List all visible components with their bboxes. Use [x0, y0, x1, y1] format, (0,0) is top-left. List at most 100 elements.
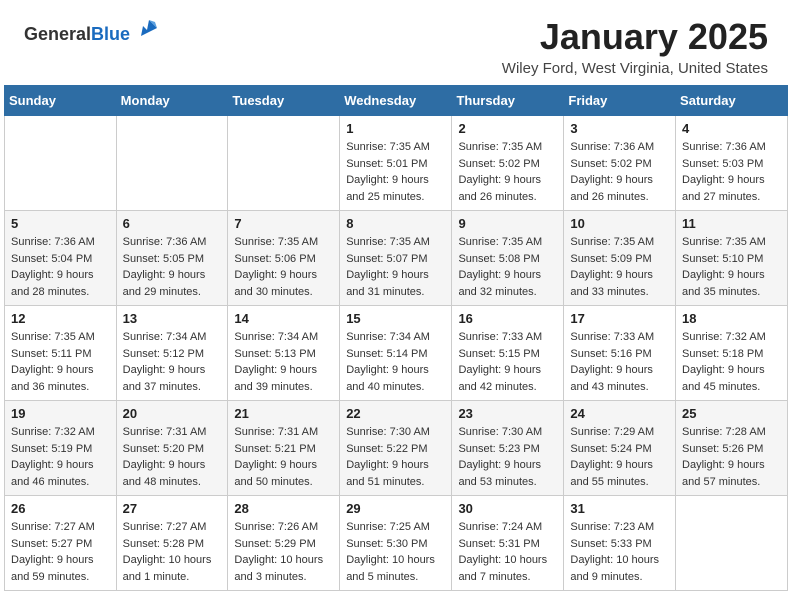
- calendar-week-row: 1Sunrise: 7:35 AM Sunset: 5:01 PM Daylig…: [5, 116, 788, 211]
- table-row: 28Sunrise: 7:26 AM Sunset: 5:29 PM Dayli…: [228, 496, 340, 591]
- day-number: 23: [458, 406, 557, 421]
- header-monday: Monday: [116, 86, 228, 116]
- table-row: 22 Sunrise: 7:30 AM Sunset: 5:22 PM Dayli…: [340, 401, 452, 496]
- table-row: 27Sunrise: 7:27 AM Sunset: 5:28 PM Dayli…: [116, 496, 228, 591]
- table-row: 1Sunrise: 7:35 AM Sunset: 5:01 PM Daylig…: [340, 116, 452, 211]
- day-number: 15: [346, 311, 445, 326]
- header-sunday: Sunday: [5, 86, 117, 116]
- day-number: 3: [570, 121, 669, 136]
- table-row: 7Sunrise: 7:35 AM Sunset: 5:06 PM Daylig…: [228, 211, 340, 306]
- day-number: 29: [346, 501, 445, 516]
- logo-blue-text: Blue: [91, 24, 130, 44]
- day-detail: Sunrise: 7:31 AM Sunset: 5:20 PM Dayligh…: [123, 424, 222, 490]
- day-number: 10: [570, 216, 669, 231]
- day-detail: Sunrise: 7:26 AM Sunset: 5:29 PM Dayligh…: [234, 519, 333, 585]
- table-row: 10 Sunrise: 7:35 AM Sunset: 5:09 PM Dayli…: [564, 211, 676, 306]
- day-number: 6: [123, 216, 222, 231]
- day-detail: Sunrise: 7:34 AM Sunset: 5:12 PM Dayligh…: [123, 329, 222, 395]
- day-detail: Sunrise: 7:28 AM Sunset: 5:26 PM Dayligh…: [682, 424, 781, 490]
- table-row: 17 Sunrise: 7:33 AM Sunset: 5:16 PM Dayli…: [564, 306, 676, 401]
- header-wednesday: Wednesday: [340, 86, 452, 116]
- table-row: 21Sunrise: 7:31 AM Sunset: 5:21 PM Dayli…: [228, 401, 340, 496]
- logo: GeneralBlue: [24, 16, 161, 45]
- day-detail: Sunrise: 7:30 AM Sunset: 5:22 PM Dayligh…: [346, 424, 445, 490]
- day-detail: Sunrise: 7:32 AM Sunset: 5:18 PM Dayligh…: [682, 329, 781, 395]
- logo-icon: [137, 16, 161, 40]
- calendar-week-row: 26Sunrise: 7:27 AM Sunset: 5:27 PM Dayli…: [5, 496, 788, 591]
- calendar-location: Wiley Ford, West Virginia, United States: [502, 60, 768, 77]
- table-row: [116, 116, 228, 211]
- table-row: 29 Sunrise: 7:25 AM Sunset: 5:30 PM Dayli…: [340, 496, 452, 591]
- calendar-table: Sunday Monday Tuesday Wednesday Thursday…: [4, 85, 788, 591]
- calendar-week-row: 12 Sunrise: 7:35 AM Sunset: 5:11 PM Dayli…: [5, 306, 788, 401]
- header-thursday: Thursday: [452, 86, 564, 116]
- day-number: 12: [11, 311, 110, 326]
- table-row: 24Sunrise: 7:29 AM Sunset: 5:24 PM Dayli…: [564, 401, 676, 496]
- table-row: 25 Sunrise: 7:28 AM Sunset: 5:26 PM Dayli…: [676, 401, 788, 496]
- calendar-title: January 2025: [502, 16, 768, 58]
- table-row: 20 Sunrise: 7:31 AM Sunset: 5:20 PM Dayli…: [116, 401, 228, 496]
- table-row: 23 Sunrise: 7:30 AM Sunset: 5:23 PM Dayli…: [452, 401, 564, 496]
- day-detail: Sunrise: 7:30 AM Sunset: 5:23 PM Dayligh…: [458, 424, 557, 490]
- day-detail: Sunrise: 7:24 AM Sunset: 5:31 PM Dayligh…: [458, 519, 557, 585]
- day-number: 5: [11, 216, 110, 231]
- day-detail: Sunrise: 7:27 AM Sunset: 5:27 PM Dayligh…: [11, 519, 110, 585]
- day-detail: Sunrise: 7:29 AM Sunset: 5:24 PM Dayligh…: [570, 424, 669, 490]
- day-detail: Sunrise: 7:35 AM Sunset: 5:02 PM Dayligh…: [458, 139, 557, 205]
- table-row: 2 Sunrise: 7:35 AM Sunset: 5:02 PM Daylig…: [452, 116, 564, 211]
- day-number: 22: [346, 406, 445, 421]
- table-row: 11Sunrise: 7:35 AM Sunset: 5:10 PM Dayli…: [676, 211, 788, 306]
- day-number: 17: [570, 311, 669, 326]
- day-number: 9: [458, 216, 557, 231]
- day-detail: Sunrise: 7:36 AM Sunset: 5:03 PM Dayligh…: [682, 139, 781, 205]
- day-detail: Sunrise: 7:34 AM Sunset: 5:14 PM Dayligh…: [346, 329, 445, 395]
- table-row: 4 Sunrise: 7:36 AM Sunset: 5:03 PM Daylig…: [676, 116, 788, 211]
- table-row: 18 Sunrise: 7:32 AM Sunset: 5:18 PM Dayli…: [676, 306, 788, 401]
- day-number: 14: [234, 311, 333, 326]
- day-detail: Sunrise: 7:35 AM Sunset: 5:11 PM Dayligh…: [11, 329, 110, 395]
- table-row: 31 Sunrise: 7:23 AM Sunset: 5:33 PM Dayli…: [564, 496, 676, 591]
- day-detail: Sunrise: 7:25 AM Sunset: 5:30 PM Dayligh…: [346, 519, 445, 585]
- table-row: 12 Sunrise: 7:35 AM Sunset: 5:11 PM Dayli…: [5, 306, 117, 401]
- table-row: 19 Sunrise: 7:32 AM Sunset: 5:19 PM Dayli…: [5, 401, 117, 496]
- day-detail: Sunrise: 7:35 AM Sunset: 5:08 PM Dayligh…: [458, 234, 557, 300]
- table-row: 5 Sunrise: 7:36 AM Sunset: 5:04 PM Daylig…: [5, 211, 117, 306]
- day-detail: Sunrise: 7:36 AM Sunset: 5:05 PM Dayligh…: [123, 234, 222, 300]
- day-detail: Sunrise: 7:35 AM Sunset: 5:06 PM Dayligh…: [234, 234, 333, 300]
- day-detail: Sunrise: 7:32 AM Sunset: 5:19 PM Dayligh…: [11, 424, 110, 490]
- table-row: 6 Sunrise: 7:36 AM Sunset: 5:05 PM Daylig…: [116, 211, 228, 306]
- table-row: 13 Sunrise: 7:34 AM Sunset: 5:12 PM Dayli…: [116, 306, 228, 401]
- day-number: 2: [458, 121, 557, 136]
- day-number: 18: [682, 311, 781, 326]
- day-number: 20: [123, 406, 222, 421]
- weekday-header-row: Sunday Monday Tuesday Wednesday Thursday…: [5, 86, 788, 116]
- day-detail: Sunrise: 7:35 AM Sunset: 5:01 PM Dayligh…: [346, 139, 445, 205]
- calendar-week-row: 5 Sunrise: 7:36 AM Sunset: 5:04 PM Daylig…: [5, 211, 788, 306]
- day-detail: Sunrise: 7:33 AM Sunset: 5:16 PM Dayligh…: [570, 329, 669, 395]
- day-number: 4: [682, 121, 781, 136]
- day-number: 11: [682, 216, 781, 231]
- day-detail: Sunrise: 7:35 AM Sunset: 5:09 PM Dayligh…: [570, 234, 669, 300]
- table-row: 8Sunrise: 7:35 AM Sunset: 5:07 PM Daylig…: [340, 211, 452, 306]
- day-detail: Sunrise: 7:34 AM Sunset: 5:13 PM Dayligh…: [234, 329, 333, 395]
- day-detail: Sunrise: 7:23 AM Sunset: 5:33 PM Dayligh…: [570, 519, 669, 585]
- header-tuesday: Tuesday: [228, 86, 340, 116]
- table-row: [5, 116, 117, 211]
- day-detail: Sunrise: 7:33 AM Sunset: 5:15 PM Dayligh…: [458, 329, 557, 395]
- day-number: 13: [123, 311, 222, 326]
- day-number: 21: [234, 406, 333, 421]
- day-number: 30: [458, 501, 557, 516]
- day-number: 16: [458, 311, 557, 326]
- day-number: 31: [570, 501, 669, 516]
- day-number: 19: [11, 406, 110, 421]
- table-row: 15 Sunrise: 7:34 AM Sunset: 5:14 PM Dayli…: [340, 306, 452, 401]
- day-detail: Sunrise: 7:36 AM Sunset: 5:04 PM Dayligh…: [11, 234, 110, 300]
- table-row: 16 Sunrise: 7:33 AM Sunset: 5:15 PM Dayli…: [452, 306, 564, 401]
- table-row: [228, 116, 340, 211]
- table-row: 3Sunrise: 7:36 AM Sunset: 5:02 PM Daylig…: [564, 116, 676, 211]
- header-saturday: Saturday: [676, 86, 788, 116]
- day-number: 25: [682, 406, 781, 421]
- table-row: 30 Sunrise: 7:24 AM Sunset: 5:31 PM Dayli…: [452, 496, 564, 591]
- calendar-week-row: 19 Sunrise: 7:32 AM Sunset: 5:19 PM Dayli…: [5, 401, 788, 496]
- table-row: 9 Sunrise: 7:35 AM Sunset: 5:08 PM Daylig…: [452, 211, 564, 306]
